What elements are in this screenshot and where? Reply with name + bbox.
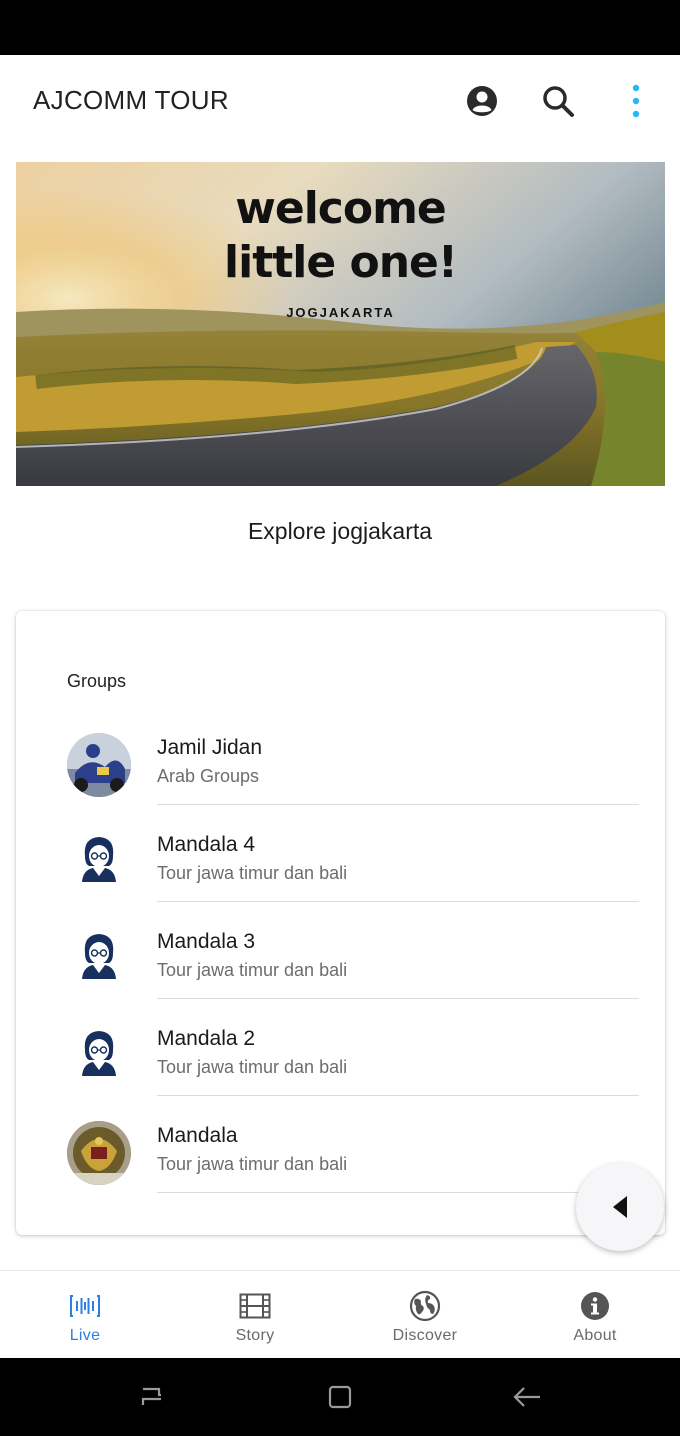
nav-item-discover[interactable]: Discover — [340, 1271, 510, 1358]
banner-headline-line2: little one! — [224, 237, 458, 288]
group-title: Mandala 4 — [157, 833, 256, 856]
account-circle-icon[interactable] — [464, 83, 500, 119]
search-icon[interactable] — [540, 83, 576, 119]
group-item-mandala[interactable]: Mandala Tour jawa timur dan bali — [16, 1096, 665, 1193]
system-navigation-bar — [0, 1358, 680, 1436]
more-vert-icon[interactable] — [618, 83, 654, 119]
back-icon[interactable] — [512, 1382, 542, 1412]
film-icon — [238, 1289, 272, 1323]
group-item-jamil-jidan[interactable]: Jamil Jidan Arab Groups — [16, 708, 665, 805]
group-subtitle: Tour jawa timur dan bali — [157, 1154, 348, 1174]
globe-icon — [408, 1289, 442, 1323]
admin-avatar-icon — [67, 1024, 131, 1088]
banner-headline-line1: welcome — [235, 183, 447, 234]
banner-subtitle: JOGJAKARTA — [286, 305, 395, 320]
welcome-banner: welcome little one! JOGJAKARTA — [16, 162, 665, 486]
nav-item-story[interactable]: Story — [170, 1271, 340, 1358]
admin-avatar-icon — [67, 830, 131, 894]
nav-label: Live — [69, 1327, 101, 1344]
group-subtitle: Tour jawa timur dan bali — [157, 960, 348, 980]
group-item-mandala-2[interactable]: Mandala 2 Tour jawa timur dan bali — [16, 999, 665, 1096]
play-left-icon — [613, 1196, 627, 1218]
group-subtitle: Tour jawa timur dan bali — [157, 863, 348, 883]
group-photo-avatar — [67, 1121, 131, 1185]
group-title: Mandala 3 — [157, 930, 256, 953]
recents-icon[interactable] — [137, 1382, 167, 1412]
nav-item-live[interactable]: Live — [0, 1271, 170, 1358]
admin-avatar-icon — [67, 927, 131, 991]
home-icon[interactable] — [325, 1382, 355, 1412]
info-icon — [578, 1289, 612, 1323]
group-photo-avatar — [67, 733, 131, 797]
collapse-fab-button[interactable] — [576, 1163, 664, 1251]
group-title: Jamil Jidan — [157, 736, 263, 759]
nav-label: Story — [235, 1327, 275, 1344]
group-title: Mandala 2 — [157, 1027, 256, 1050]
nav-item-about[interactable]: About — [510, 1271, 680, 1358]
group-title: Mandala — [157, 1124, 238, 1147]
nav-label: About — [573, 1327, 617, 1344]
status-bar — [0, 0, 680, 55]
groups-card: Groups Jamil Jidan Arab Groups Mandala 4… — [16, 611, 665, 1235]
group-item-mandala-3[interactable]: Mandala 3 Tour jawa timur dan bali — [16, 902, 665, 999]
group-item-mandala-4[interactable]: Mandala 4 Tour jawa timur dan bali — [16, 805, 665, 902]
app-bar: AJCOMM TOUR — [0, 55, 680, 145]
groups-label: Groups — [67, 671, 127, 691]
explore-text: Explore jogjakarta — [247, 518, 433, 544]
nav-label: Discover — [392, 1327, 458, 1344]
group-subtitle: Tour jawa timur dan bali — [157, 1057, 348, 1077]
bottom-navigation: Live Story Discover About — [0, 1270, 680, 1358]
group-subtitle: Arab Groups — [157, 766, 260, 786]
banner-headline: welcome little one! — [16, 182, 665, 290]
app-title: AJCOMM TOUR — [33, 85, 229, 115]
live-icon — [68, 1289, 102, 1323]
row-divider — [157, 1192, 639, 1193]
